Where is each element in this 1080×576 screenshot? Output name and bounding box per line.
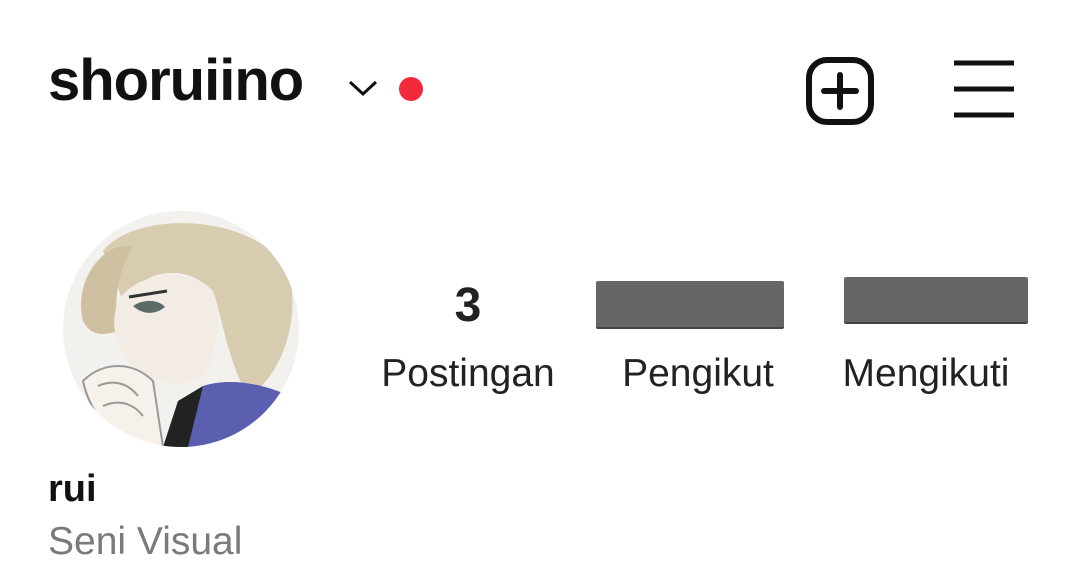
posts-count: 3 [454,279,482,332]
menu-button[interactable] [950,58,1018,120]
following-label: Mengikuti [842,352,1010,395]
posts-stat[interactable]: 3 Postingan [368,279,568,395]
notification-dot [399,77,423,101]
posts-label: Postingan [381,352,555,395]
profile-category: Seni Visual [48,520,243,563]
add-square-icon [806,57,874,125]
followers-stat[interactable]: Pengikut [596,281,798,395]
create-button[interactable] [805,56,875,126]
chevron-down-icon[interactable] [347,76,379,98]
following-stat[interactable]: Mengikuti [826,277,1028,395]
following-count-redaction [844,277,1028,322]
username-title[interactable]: shoruiino [48,52,304,110]
avatar-illustration [63,211,299,447]
display-name: rui [48,468,97,510]
hamburger-menu-icon [954,60,1014,118]
profile-avatar[interactable] [63,211,299,447]
followers-count-redaction [596,281,784,327]
followers-label: Pengikut [622,352,774,395]
